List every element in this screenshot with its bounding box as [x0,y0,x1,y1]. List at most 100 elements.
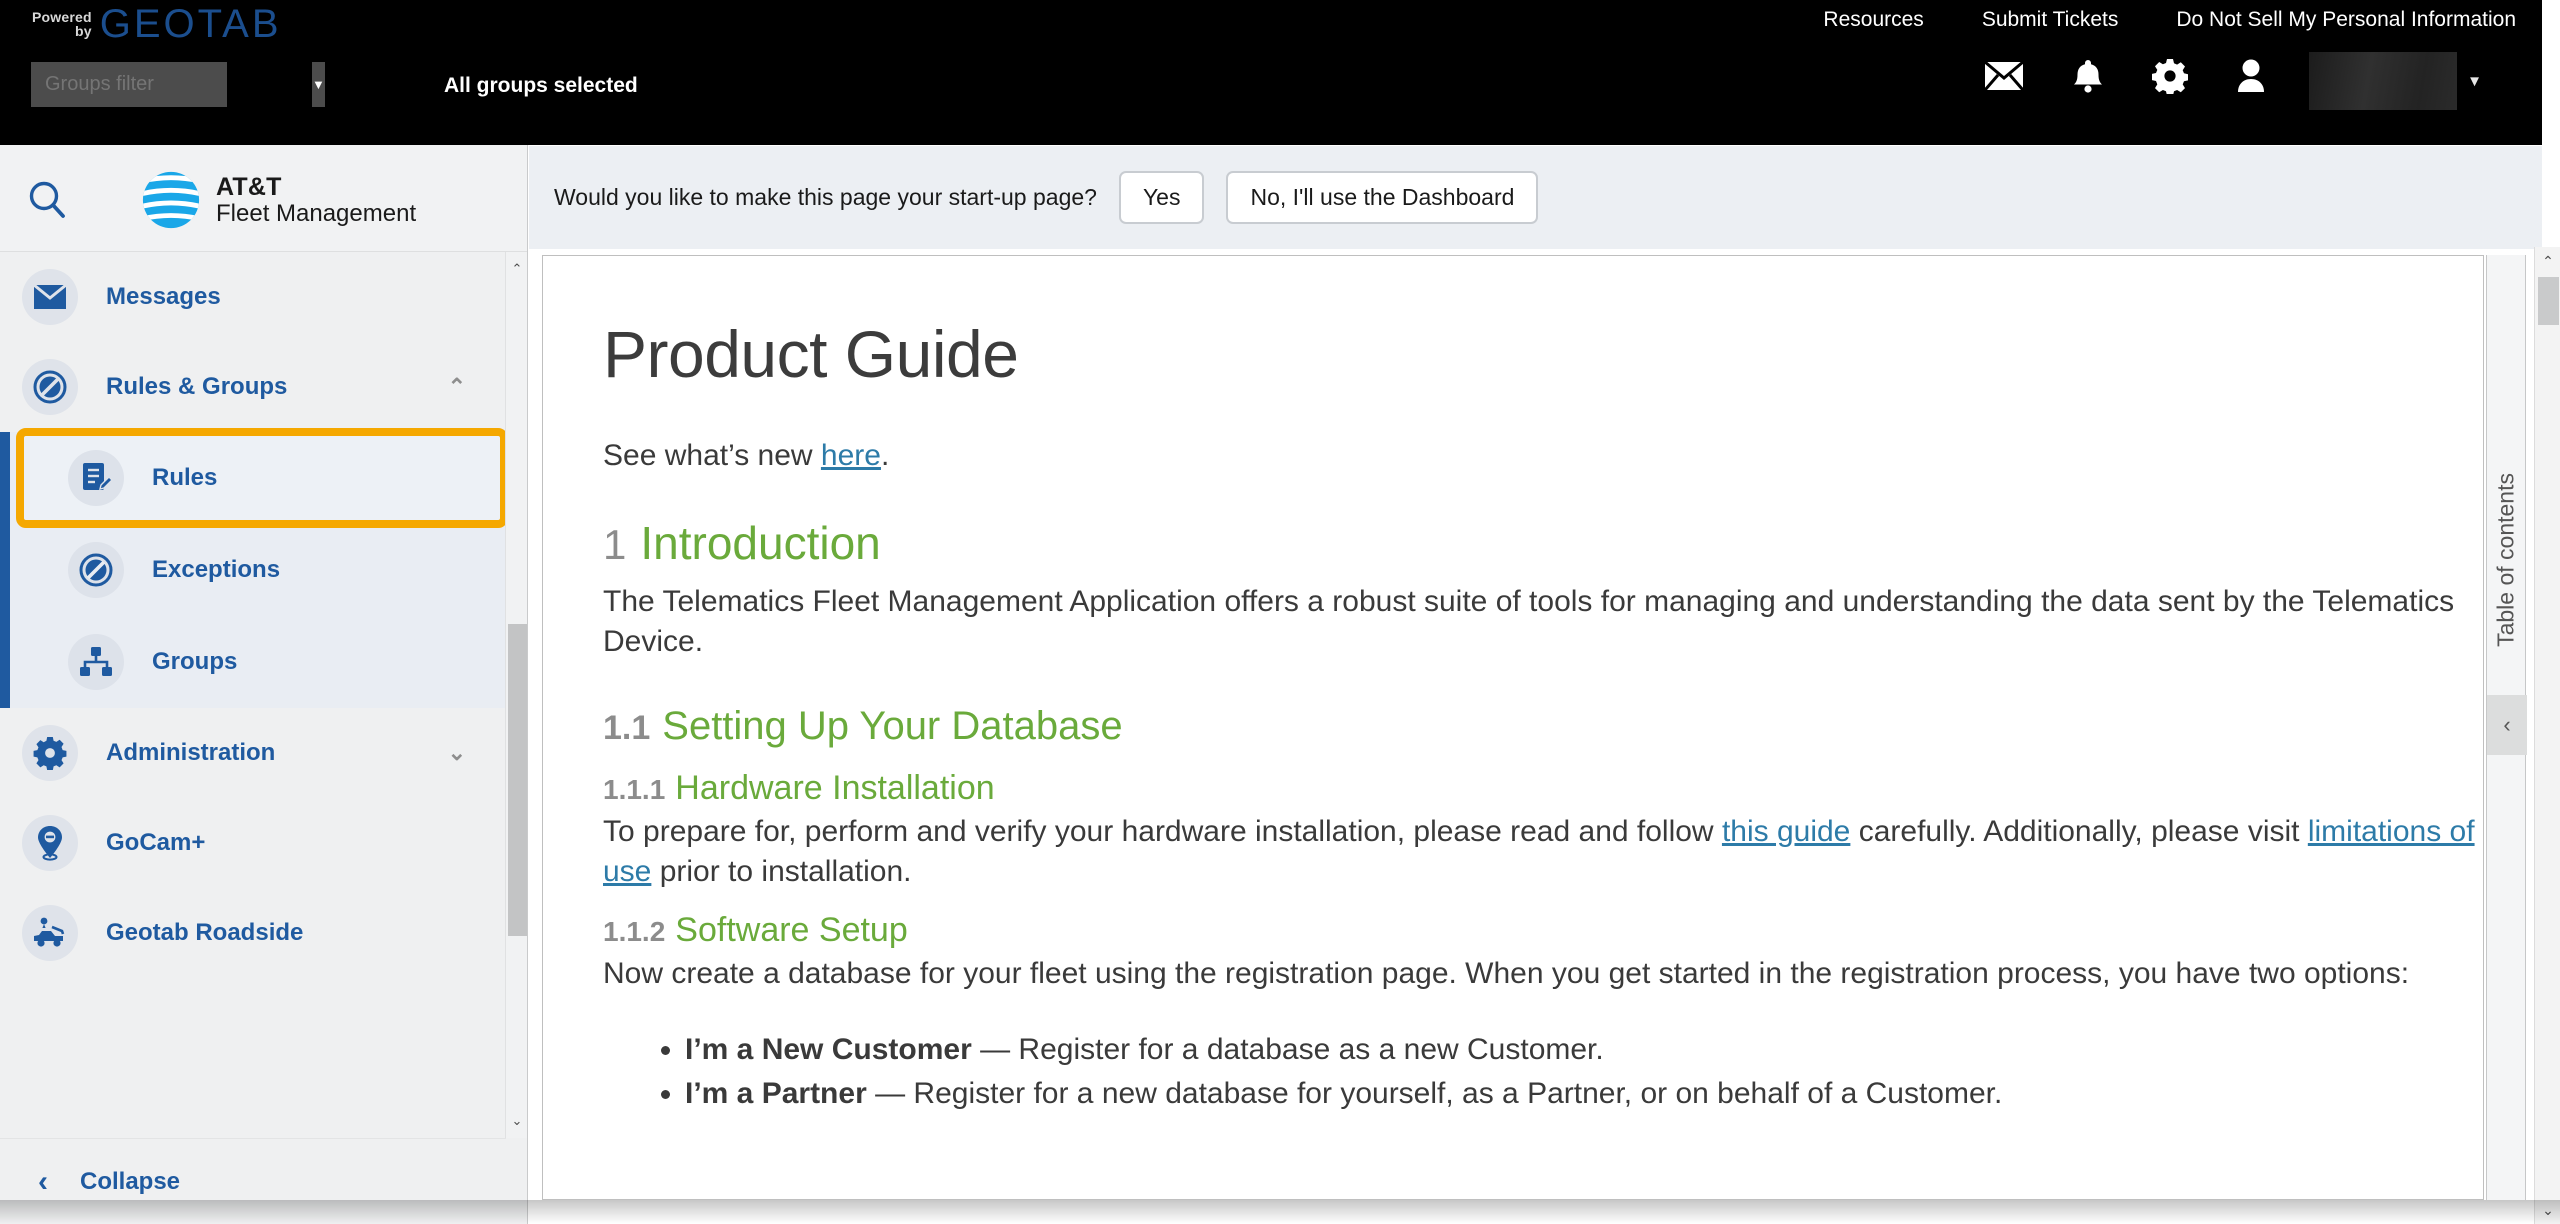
chevron-down-icon[interactable]: ⌄ [448,740,466,766]
heading-1-1-2-software-setup: 1.1.2 Software Setup [603,911,2483,950]
list-item-rest: — Register for a database as a new Custo… [971,1033,1604,1067]
hardware-installation-paragraph: To prepare for, perform and verify your … [603,812,2483,892]
bell-icon[interactable] [2072,58,2104,94]
groups-filter[interactable]: ▼ [31,62,325,107]
sidebar-header: AT&T Fleet Management [0,145,527,252]
heading-number: 1.1 [603,708,651,747]
sidebar-item-groups[interactable]: Groups [0,616,506,708]
att-globe-icon [142,171,200,229]
document-body: Product Guide See what’s new here. 1 Int… [543,256,2483,1115]
top-link-submit-tickets[interactable]: Submit Tickets [1982,8,2119,32]
camera-pin-icon [22,815,78,871]
hw-text-3: prior to installation. [651,854,912,888]
user-icon[interactable] [2236,58,2266,94]
sidebar-collapse-button[interactable]: ‹ Collapse [0,1138,506,1224]
list-item-bold: I’m a Partner [685,1076,867,1110]
startup-question: Would you like to make this page your st… [554,184,1097,210]
chevron-left-icon[interactable]: ‹ [2487,695,2527,755]
sidebar-item-rules[interactable]: Rules [16,428,506,528]
chevron-left-icon: ‹ [38,1164,48,1198]
top-bar: Powered by GEOTAB ▼ All groups selected … [0,0,2542,145]
top-icon-group [1984,58,2266,94]
heading-number: 1.1.1 [603,773,666,805]
brand-text: AT&T Fleet Management [216,173,416,228]
brand-line-1: AT&T [216,172,282,201]
sidebar-item-messages[interactable]: Messages [0,252,506,342]
sidebar-item-rules-and-groups[interactable]: Rules & Groups ⌃ [0,342,506,432]
startup-no-button[interactable]: No, I'll use the Dashboard [1226,171,1539,224]
mail-icon [22,269,78,325]
scroll-down-icon[interactable]: ⌄ [2535,1196,2560,1224]
software-setup-paragraph: Now create a database for your fleet usi… [603,957,2410,991]
all-groups-selected-label: All groups selected [444,74,638,97]
no-entry-icon [68,542,124,598]
geotab-logo: Powered by GEOTAB [32,2,282,47]
search-icon[interactable] [22,175,72,225]
scroll-up-icon[interactable]: ⌃ [2535,247,2560,275]
page-scrollbar-thumb[interactable] [2538,277,2559,325]
list-item: I’m a New Customer — Register for a data… [685,1028,2483,1072]
sidebar-scrollbar[interactable]: ⌃ ⌄ [505,252,527,1138]
rules-document-icon [68,450,124,506]
collapse-label: Collapse [80,1167,181,1195]
heading-1-introduction: 1 Introduction [603,516,2483,570]
left-sidebar: AT&T Fleet Management Messages Rules & G… [0,145,528,1224]
sidebar-item-label: Rules & Groups [106,373,288,400]
user-menu[interactable]: ▼ [2309,52,2482,110]
app-root: Powered by GEOTAB ▼ All groups selected … [0,0,2560,1224]
sidebar-item-label: Geotab Roadside [106,919,304,946]
sidebar-item-label: Exceptions [152,556,281,583]
scroll-down-icon[interactable]: ⌄ [506,1106,528,1136]
whats-new-link[interactable]: here [821,439,881,472]
sidebar-item-administration[interactable]: Administration ⌄ [0,708,506,798]
sidebar-item-exceptions[interactable]: Exceptions [0,524,506,616]
hw-text-1: To prepare for, perform and verify your … [603,814,1722,848]
heading-text: Hardware Installation [675,768,995,807]
geotab-wordmark: GEOTAB [99,2,282,46]
table-of-contents-tab[interactable]: Table of contents ‹ [2486,255,2527,1200]
sidebar-item-label: GoCam+ [106,829,206,856]
whats-new-prefix: See what’s new [603,439,821,472]
introduction-paragraph: The Telematics Fleet Management Applicat… [603,584,2455,658]
chevron-down-icon[interactable]: ▼ [2467,73,2482,90]
whats-new-line: See what’s new here. [603,436,2483,476]
tow-truck-icon [22,905,78,961]
scroll-up-icon[interactable]: ⌃ [506,254,528,284]
gear-icon [22,725,78,781]
page-scrollbar[interactable]: ⌃ ⌄ [2534,247,2560,1224]
page-title: Product Guide [603,317,1019,391]
heading-1-1-setting-up-your-database: 1.1 Setting Up Your Database [603,704,2483,749]
product-guide-document: Product Guide See what’s new here. 1 Int… [542,255,2484,1200]
top-link-do-not-sell[interactable]: Do Not Sell My Personal Information [2176,8,2516,32]
heading-1-1-1-hardware-installation: 1.1.1 Hardware Installation [603,769,2483,808]
groups-filter-input[interactable] [31,73,310,96]
heading-number: 1 [603,520,627,568]
list-item: I’m a Partner — Register for a new datab… [685,1072,2483,1116]
table-of-contents-label: Table of contents [2492,473,2519,647]
mail-icon[interactable] [1984,61,2024,91]
startup-yes-button[interactable]: Yes [1118,171,1205,224]
sidebar-item-gocam-plus[interactable]: GoCam+ [0,798,506,888]
sidebar-item-label: Administration [106,739,276,766]
registration-options-list: I’m a New Customer — Register for a data… [603,1028,2483,1115]
powered-label: Powered [32,8,92,25]
sidebar-item-geotab-roadside[interactable]: Geotab Roadside [0,888,506,978]
this-guide-link[interactable]: this guide [1722,815,1850,848]
hw-text-2: carefully. Additionally, please visit [1850,814,2308,848]
gear-icon[interactable] [2152,58,2188,94]
heading-text: Setting Up Your Database [662,703,1123,748]
heading-number: 1.1.2 [603,916,666,948]
sidebar-item-label: Groups [152,648,238,675]
sidebar-scrollbar-thumb[interactable] [508,624,527,936]
chevron-down-icon[interactable]: ▼ [310,62,325,107]
top-nav-links: Resources Submit Tickets Do Not Sell My … [1823,8,2516,32]
org-tree-icon [68,634,124,690]
sidebar-item-rules-wrapper: Rules [0,428,506,528]
powered-by-text: Powered by [32,10,92,40]
top-link-resources[interactable]: Resources [1823,8,1923,32]
chevron-up-icon[interactable]: ⌃ [448,374,466,400]
user-name-redacted [2309,52,2458,110]
heading-text: Introduction [640,516,881,569]
no-entry-icon [22,359,78,415]
list-item-rest: — Register for a new database for yourse… [866,1076,2003,1110]
